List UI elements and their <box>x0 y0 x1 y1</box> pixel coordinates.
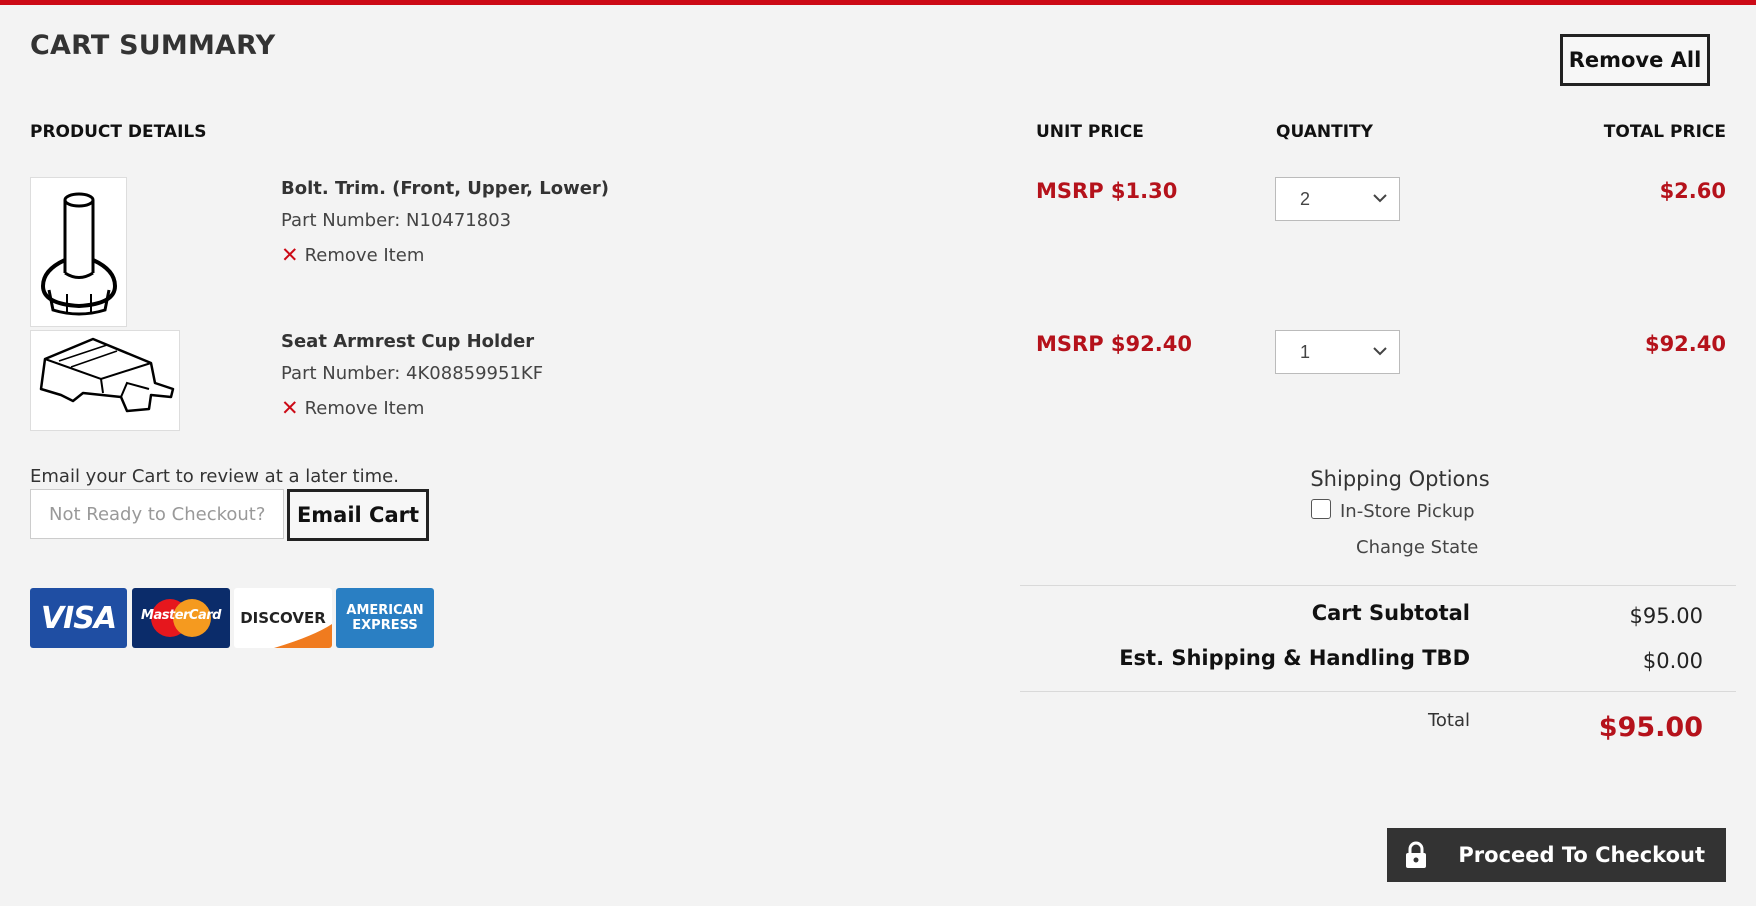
in-store-pickup-checkbox[interactable] <box>1311 499 1331 519</box>
column-header-total-price: TOTAL PRICE <box>1603 122 1726 142</box>
quantity-select[interactable]: 1 <box>1275 330 1400 374</box>
total-label: Total <box>1427 710 1470 731</box>
unit-price: MSRP $1.30 <box>1036 179 1178 203</box>
quantity-value: 2 <box>1300 188 1311 209</box>
proceed-to-checkout-button[interactable]: Proceed To Checkout <box>1387 828 1726 882</box>
total-value: $95.00 <box>1598 712 1703 743</box>
product-image-bolt[interactable] <box>30 177 127 327</box>
page-title: CART SUMMARY <box>30 30 276 61</box>
discover-swoosh <box>274 624 332 648</box>
chevron-down-icon <box>1373 194 1387 203</box>
mastercard-label: MasterCard <box>141 608 221 623</box>
remove-item-button[interactable]: ✕ Remove Item <box>281 396 425 420</box>
in-store-pickup-label[interactable]: In-Store Pickup <box>1340 501 1475 522</box>
part-number: Part Number: N10471803 <box>281 210 512 231</box>
shipping-options-heading: Shipping Options <box>1310 467 1490 491</box>
divider <box>1020 691 1736 692</box>
product-name[interactable]: Seat Armrest Cup Holder <box>281 331 534 352</box>
remove-item-label: Remove Item <box>304 398 425 419</box>
remove-all-button[interactable]: Remove All <box>1560 34 1710 86</box>
remove-item-button[interactable]: ✕ Remove Item <box>281 243 425 267</box>
remove-item-label: Remove Item <box>304 245 425 266</box>
cart-subtotal-label: Cart Subtotal <box>1311 601 1470 625</box>
amex-line2: EXPRESS <box>352 618 418 633</box>
bolt-part-icon <box>40 192 118 316</box>
change-state-link[interactable]: Change State <box>1356 537 1478 558</box>
cup-holder-part-icon <box>39 337 175 413</box>
visa-label: VISA <box>40 600 117 636</box>
chevron-down-icon <box>1373 347 1387 356</box>
quantity-value: 1 <box>1300 341 1311 362</box>
cart-subtotal-value: $95.00 <box>1629 604 1703 628</box>
amex-card-icon: AMERICAN EXPRESS <box>336 588 434 648</box>
shipping-handling-value: $0.00 <box>1642 649 1703 673</box>
mastercard-card-icon: MasterCard <box>132 588 230 648</box>
product-name[interactable]: Bolt. Trim. (Front, Upper, Lower) <box>281 178 609 199</box>
column-header-product-details: PRODUCT DETAILS <box>30 122 207 142</box>
discover-card-icon: DISCOVER <box>234 588 332 648</box>
line-total: $2.60 <box>1659 179 1726 203</box>
amex-line1: AMERICAN <box>346 603 424 618</box>
column-header-quantity: QUANTITY <box>1276 122 1373 142</box>
line-total: $92.40 <box>1644 332 1726 356</box>
shipping-handling-label: Est. Shipping & Handling TBD <box>1119 646 1470 670</box>
top-accent-bar <box>0 0 1756 5</box>
close-icon: ✕ <box>281 396 299 420</box>
email-cart-note: Email your Cart to review at a later tim… <box>30 466 399 487</box>
divider <box>1020 585 1736 586</box>
email-cart-button[interactable]: Email Cart <box>287 489 429 541</box>
column-header-unit-price: UNIT PRICE <box>1036 122 1144 142</box>
part-number: Part Number: 4K08859951KF <box>281 363 544 384</box>
lock-icon <box>1406 841 1426 868</box>
quantity-select[interactable]: 2 <box>1275 177 1400 221</box>
close-icon: ✕ <box>281 243 299 267</box>
visa-card-icon: VISA <box>30 588 127 648</box>
unit-price: MSRP $92.40 <box>1036 332 1192 356</box>
email-cart-input[interactable]: Not Ready to Checkout? <box>30 489 284 539</box>
proceed-to-checkout-label: Proceed To Checkout <box>1458 843 1705 867</box>
product-image-cup-holder[interactable] <box>30 330 180 431</box>
